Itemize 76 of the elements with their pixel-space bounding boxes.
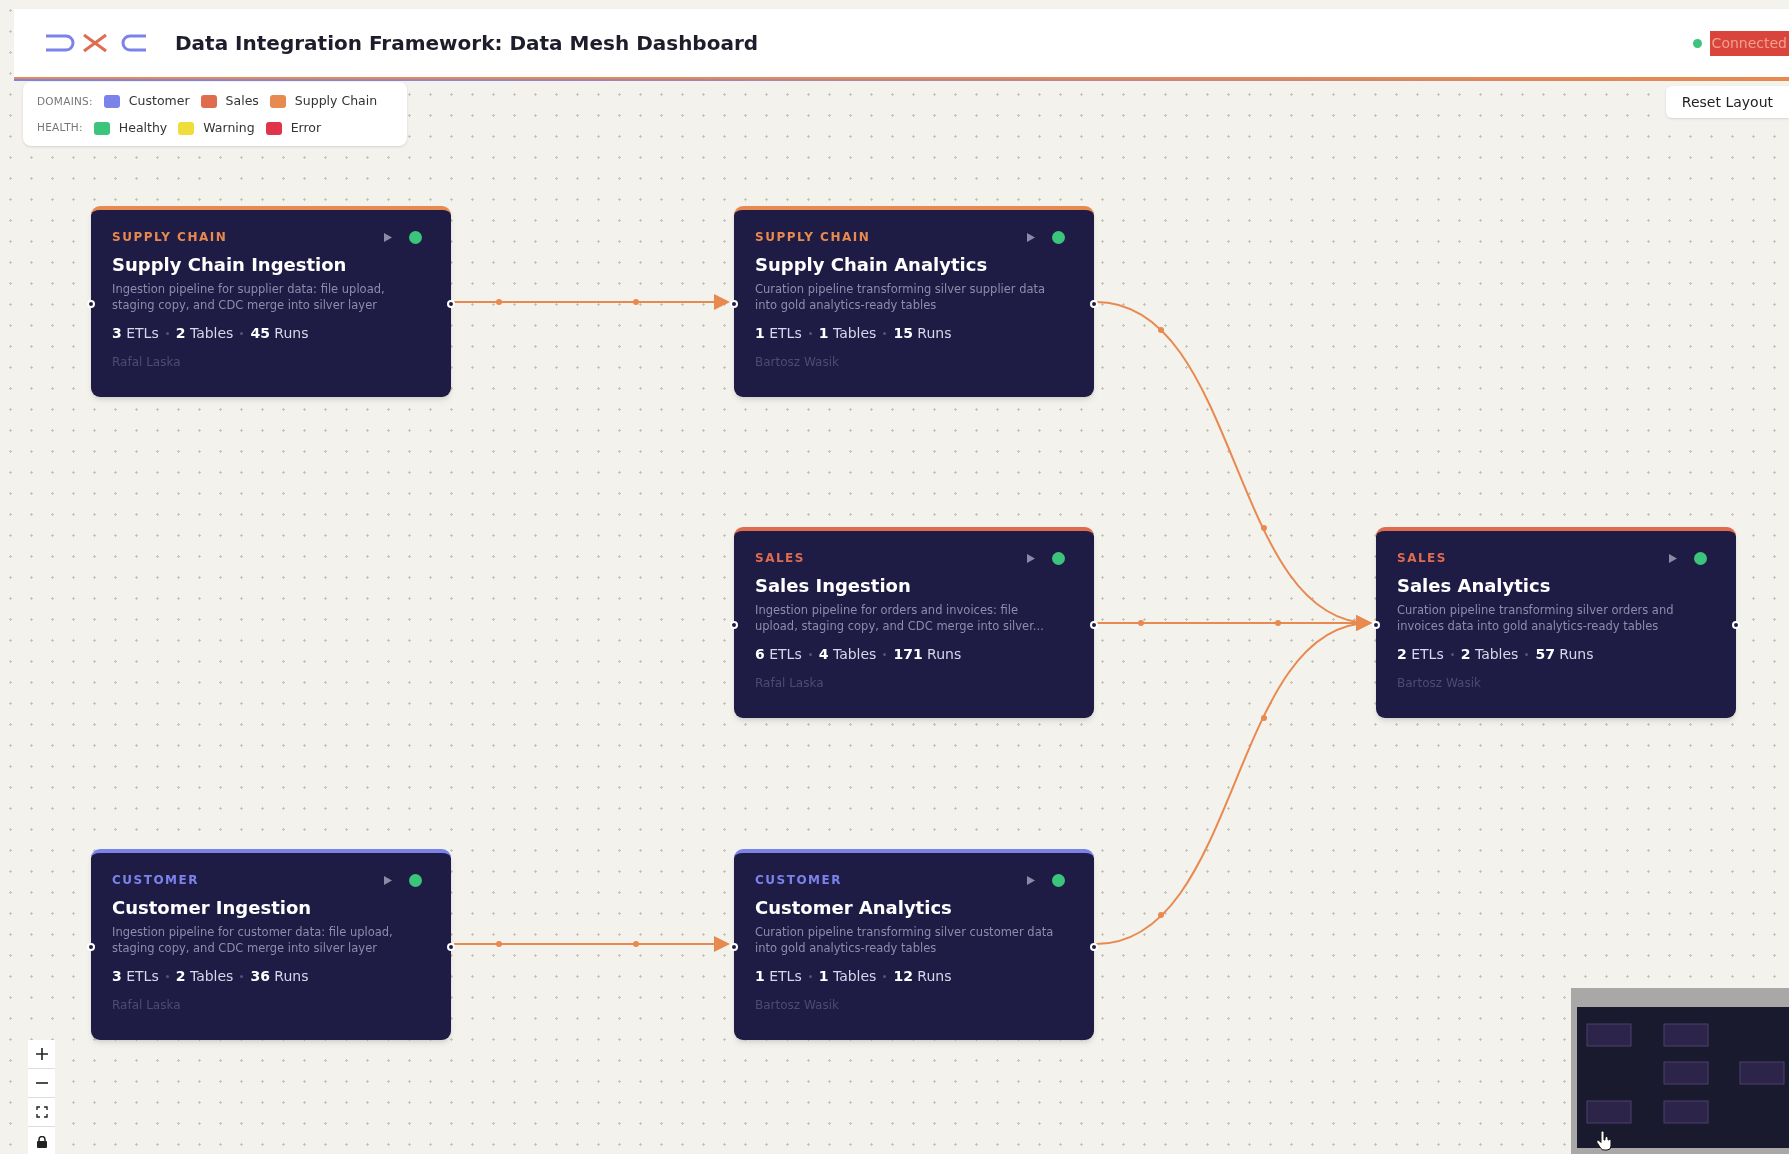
play-icon[interactable] xyxy=(1027,232,1035,242)
domain-label: CUSTOMER xyxy=(112,872,199,889)
domain-label: SUPPLY CHAIN xyxy=(755,229,871,246)
legend-item: Error xyxy=(290,118,322,137)
connection-handle[interactable] xyxy=(87,943,95,951)
zoom-out-button[interactable] xyxy=(28,1069,55,1098)
domain-label: SALES xyxy=(1397,550,1447,567)
node-title: Customer Analytics xyxy=(755,896,953,920)
play-icon[interactable] xyxy=(1027,875,1035,885)
play-icon[interactable] xyxy=(384,875,392,885)
legend-item: Sales xyxy=(225,92,259,110)
play-icon[interactable] xyxy=(384,232,392,242)
play-icon[interactable] xyxy=(1027,553,1035,563)
lock-button[interactable] xyxy=(28,1127,55,1154)
connection-handle[interactable] xyxy=(730,621,738,629)
connection-handle[interactable] xyxy=(447,943,455,951)
node-stat: 45 Runs xyxy=(250,324,309,343)
fit-view-icon xyxy=(35,1106,48,1118)
node-stat: 1 ETLs xyxy=(755,967,802,986)
legend-item: Healthy xyxy=(118,118,168,137)
node-stat: 57 Runs xyxy=(1535,645,1594,664)
node-description: Curation pipeline transforming silver orders and invoices data into gold analytics-ready tables xyxy=(1397,602,1675,634)
node-description: Ingestion pipeline for supplier data: file upload, staging copy, and CDC merge into silver layer xyxy=(112,281,386,313)
connection-handle[interactable] xyxy=(730,300,738,308)
node-title: Supply Chain Analytics xyxy=(755,253,989,277)
connection-handle[interactable] xyxy=(1372,621,1380,629)
node-stat: 1 ETLs xyxy=(755,324,802,343)
node-stat: 2 Tables xyxy=(175,967,234,986)
node-description: Curation pipeline transforming silver supplier data into gold analytics-ready tables xyxy=(755,281,1047,313)
node-stat: 12 Runs xyxy=(893,967,952,986)
node-stat: 6 ETLs xyxy=(755,645,802,664)
connection-handle[interactable] xyxy=(1090,943,1098,951)
connection-handle[interactable] xyxy=(87,300,95,308)
connection-handle[interactable] xyxy=(447,300,455,308)
plus-icon xyxy=(35,1048,48,1060)
domain-label: SALES xyxy=(755,550,805,567)
node-stat: 2 Tables xyxy=(1460,645,1519,664)
hand-cursor-icon xyxy=(1596,1131,1612,1151)
logo-icon xyxy=(44,32,148,54)
zoom-in-button[interactable] xyxy=(28,1040,55,1069)
lock-icon xyxy=(36,1135,47,1148)
reset-layout-button[interactable]: Reset Layout xyxy=(1665,86,1789,118)
node-stat: 171 Runs xyxy=(893,645,962,664)
minus-icon xyxy=(35,1082,48,1084)
node-stat: 3 ETLs xyxy=(112,967,159,986)
node-stat: 3 ETLs xyxy=(112,324,159,343)
node-stat: 15 Runs xyxy=(893,324,952,343)
play-icon[interactable] xyxy=(1669,553,1677,563)
node-title: Supply Chain Ingestion xyxy=(112,253,348,277)
connection-handle[interactable] xyxy=(1090,621,1098,629)
node-description: Curation pipeline transforming silver customer data into gold analytics-ready tables xyxy=(755,924,1055,956)
domain-label: SUPPLY CHAIN xyxy=(112,229,228,246)
node-title: Customer Ingestion xyxy=(112,896,313,920)
legend-label: DOMAINS: xyxy=(37,93,93,109)
node-description: Ingestion pipeline for orders and invoices: file upload, staging copy, and CDC merge into silver... xyxy=(755,602,1045,634)
connection-handle[interactable] xyxy=(1090,300,1098,308)
node-stat: 4 Tables xyxy=(818,645,877,664)
node-title: Sales Ingestion xyxy=(755,574,912,598)
connection-status: Connected xyxy=(1709,30,1789,56)
connection-handle[interactable] xyxy=(730,943,738,951)
legend-item: Warning xyxy=(203,118,255,137)
node-stat: 2 Tables xyxy=(175,324,234,343)
node-stat: 1 Tables xyxy=(818,324,877,343)
node-stat: 36 Runs xyxy=(250,967,309,986)
node-stat: 2 ETLs xyxy=(1397,645,1444,664)
fit-view-button[interactable] xyxy=(28,1098,55,1127)
legend-item: Supply Chain xyxy=(294,92,378,110)
page-title: Data Integration Framework: Data Mesh Dashboard xyxy=(175,30,759,57)
node-description: Ingestion pipeline for customer data: file upload, staging copy, and CDC merge into silver layer xyxy=(112,924,394,956)
node-stat: 1 Tables xyxy=(818,967,877,986)
connection-handle[interactable] xyxy=(1732,621,1740,629)
domain-label: CUSTOMER xyxy=(755,872,842,889)
legend-label: HEALTH: xyxy=(37,120,83,136)
minimap[interactable] xyxy=(1571,988,1789,1154)
legend-item: Customer xyxy=(128,92,190,110)
node-title: Sales Analytics xyxy=(1397,574,1552,598)
